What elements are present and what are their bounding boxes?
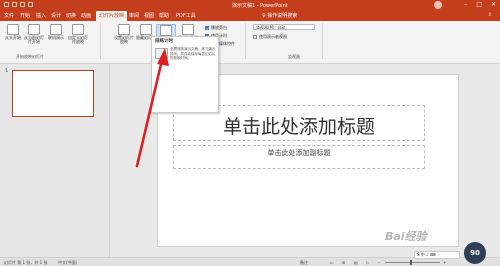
- custom-show-icon: [72, 24, 84, 35]
- subtitle-placeholder[interactable]: 单击此处添加副标题: [173, 145, 425, 169]
- undo-icon[interactable]: [12, 2, 17, 7]
- tab-help[interactable]: 帮助: [159, 12, 169, 19]
- tooltip-text: 全屏放映演示文稿，练习演示时间，并自动保存每张幻灯片的放映时间。: [170, 47, 216, 60]
- window-controls: – □ ✕: [464, 1, 496, 8]
- tab-transitions[interactable]: 切换: [66, 12, 76, 19]
- group-divider: [100, 23, 101, 59]
- slide-thumbnail[interactable]: [12, 70, 94, 117]
- present-online-icon: [50, 24, 62, 35]
- zoom-in-icon[interactable]: +: [443, 260, 446, 265]
- slide-count: 幻灯片 第 1 张，共 1 张: [4, 260, 48, 265]
- slideshow-view-icon[interactable]: ▷: [366, 260, 369, 265]
- notes-button[interactable]: 备注: [300, 260, 308, 266]
- reading-view-icon[interactable]: ▤: [354, 260, 358, 265]
- record-icon: [182, 24, 194, 35]
- hide-slide-icon: [140, 24, 152, 35]
- subtitle-placeholder-text: 单击此处添加副标题: [267, 149, 331, 157]
- setup-slideshow-button[interactable]: 设置幻灯片放映: [114, 24, 134, 45]
- tab-home[interactable]: 开始: [20, 12, 30, 19]
- ribbon-tabs: 文件 开始 插入 设计 切换 动画 幻灯片放映 审阅 视图 帮助 PDF工具 ♀…: [0, 10, 500, 21]
- close-icon[interactable]: ✕: [491, 1, 496, 8]
- title-placeholder-text: 单击此处添加标题: [222, 116, 375, 138]
- slide-number: 1: [5, 68, 9, 74]
- status-badge: 90: [464, 242, 486, 264]
- group-divider: [245, 23, 246, 59]
- ribbon: 从头开始 从当前幻灯片开始 联机演示 自定义幻灯片放映 开始放映幻灯片 设置幻灯…: [0, 21, 500, 64]
- present-icon[interactable]: [28, 2, 33, 7]
- from-current-slide-button[interactable]: 从当前幻灯片开始: [24, 24, 44, 45]
- group-divider: [322, 23, 323, 59]
- zoom-out-icon[interactable]: –: [378, 260, 380, 265]
- rehearse-timer-icon: [160, 25, 172, 36]
- monitor-select[interactable]: 监视器(M): 自动: [253, 24, 315, 30]
- presenter-view-checkbox[interactable]: 使用演示者视图: [253, 34, 287, 40]
- tooltip-rehearse-timings: 排练计时 全屏放映演示文稿，练习演示时间，并自动保存每张幻灯片的放映时间。: [151, 36, 219, 113]
- slide-thumbnail-pane: 1: [0, 64, 110, 257]
- tab-review[interactable]: 审阅: [129, 12, 139, 19]
- tab-pdf-tools[interactable]: PDF工具: [176, 12, 196, 19]
- save-icon[interactable]: [4, 2, 9, 7]
- play-narrations-checkbox[interactable]: ✓ 播放旁白: [205, 25, 227, 31]
- group-label-start: 开始放映幻灯片: [16, 54, 44, 59]
- zoom-slider-handle[interactable]: [410, 260, 412, 265]
- tooltip-title: 排练计时: [155, 39, 173, 44]
- zoom-slider[interactable]: [385, 262, 440, 263]
- slide-sorter-icon[interactable]: ⊞: [342, 260, 345, 265]
- maximize-icon[interactable]: □: [476, 1, 482, 8]
- avatar[interactable]: [434, 1, 442, 9]
- title-bar: 演示文稿1 - PowerPoint – □ ✕: [0, 0, 500, 10]
- tab-design[interactable]: 设计: [51, 12, 61, 19]
- tab-view[interactable]: 视图: [144, 12, 154, 19]
- minimize-icon[interactable]: –: [464, 1, 467, 8]
- tell-me-search[interactable]: ♀ 操作说明搜索: [262, 12, 297, 19]
- slideshow-current-icon: [28, 24, 40, 35]
- checkbox-checked-icon: ✓: [205, 26, 210, 31]
- rehearse-timer-icon: [155, 48, 168, 59]
- quick-access-toolbar: [4, 2, 33, 7]
- tab-animations[interactable]: 动画: [81, 12, 91, 19]
- share-icon[interactable]: ⇧: [488, 12, 492, 18]
- redo-icon[interactable]: [20, 2, 25, 7]
- window-title: 演示文稿1 - PowerPoint: [232, 3, 288, 9]
- normal-view-icon[interactable]: ▭: [330, 260, 334, 265]
- watermark: Bai经验: [385, 230, 427, 243]
- slideshow-start-icon: [7, 24, 19, 35]
- language-indicator[interactable]: 中文(中国): [58, 260, 77, 266]
- setup-icon: [118, 24, 130, 35]
- checkbox-unchecked-icon: [253, 35, 257, 39]
- group-label-monitors: 监视器: [288, 54, 300, 59]
- tab-insert[interactable]: 插入: [36, 12, 46, 19]
- from-beginning-button[interactable]: 从头开始: [3, 24, 23, 40]
- tab-file[interactable]: 文件: [4, 12, 14, 19]
- tab-slideshow[interactable]: 幻灯片放映: [96, 11, 128, 21]
- custom-slideshow-button[interactable]: 自定义幻灯片放映: [68, 24, 88, 45]
- ime-toolbar[interactable]: S 中 ♪ ⌨: [414, 251, 460, 259]
- present-online-button[interactable]: 联机演示: [46, 24, 66, 40]
